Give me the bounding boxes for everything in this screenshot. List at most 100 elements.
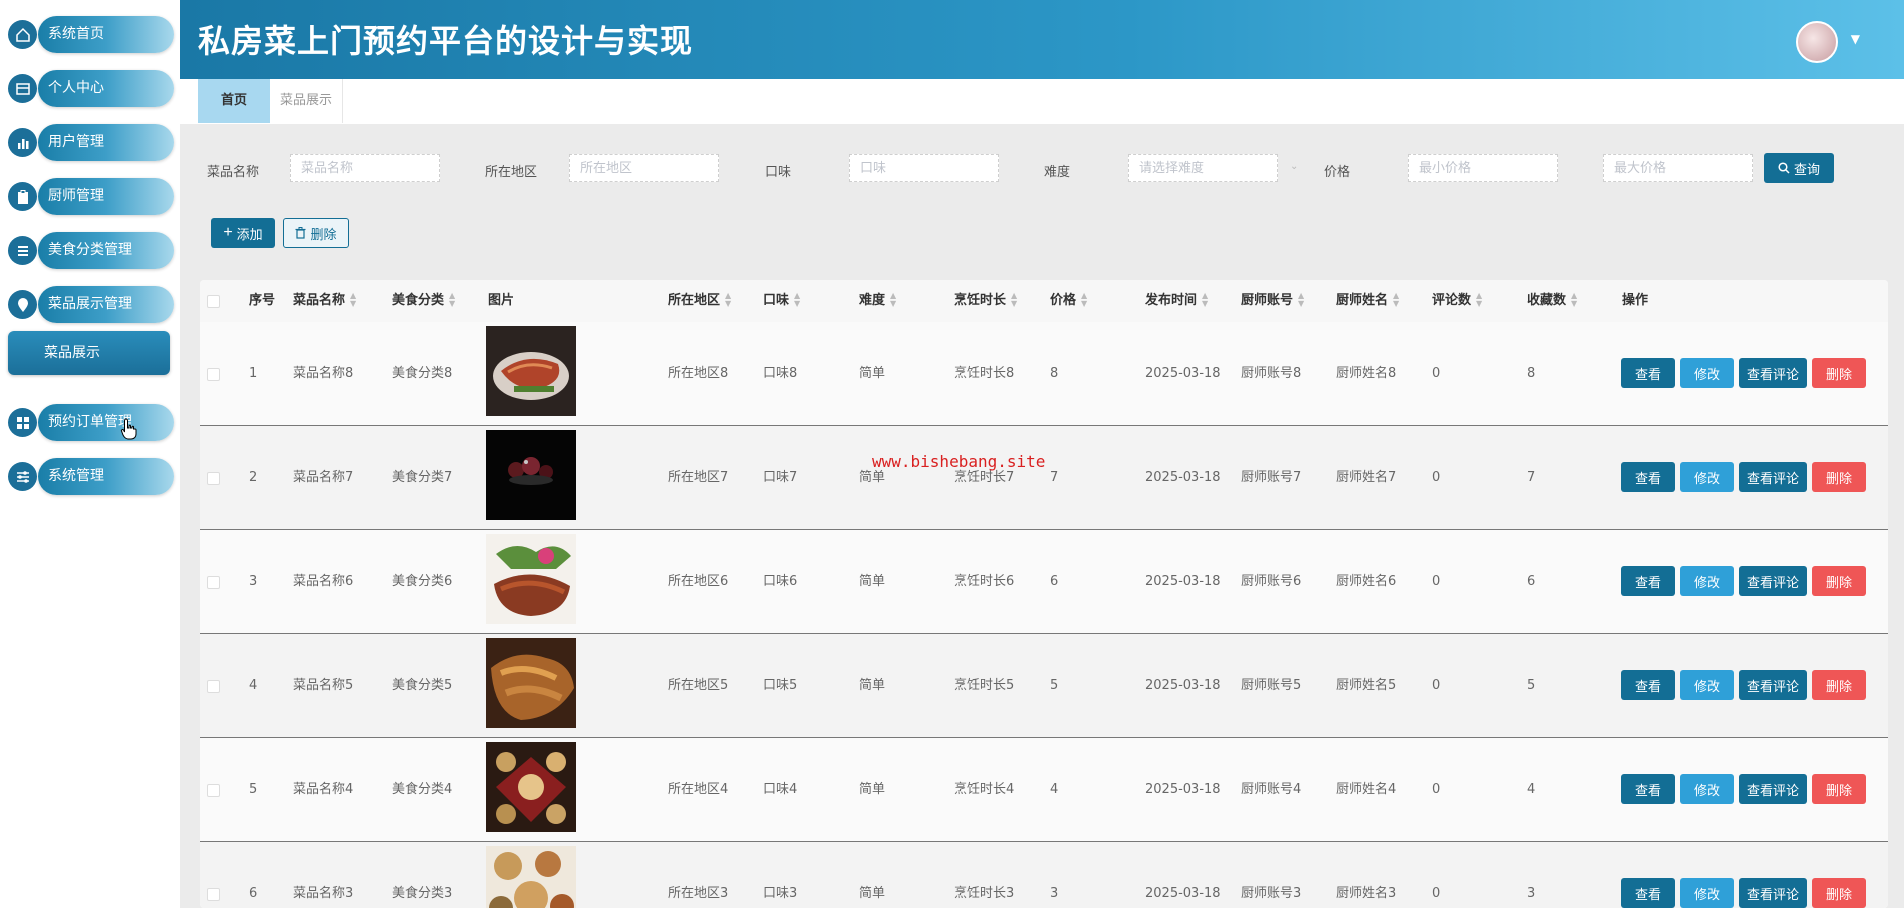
view-comments-button[interactable]: 查看评论 <box>1739 774 1807 804</box>
cell-favorites: 5 <box>1527 678 1536 693</box>
row-checkbox[interactable] <box>207 368 220 381</box>
dish-name-input[interactable] <box>290 154 440 182</box>
price-label: 价格 <box>1324 165 1351 180</box>
min-price-input[interactable] <box>1408 154 1558 182</box>
row-delete-button[interactable]: 删除 <box>1812 670 1866 700</box>
hand-cursor-icon <box>120 418 137 440</box>
cell-dish-name: 菜品名称3 <box>293 886 354 901</box>
avatar[interactable] <box>1796 21 1838 63</box>
row-delete-button[interactable]: 删除 <box>1812 462 1866 492</box>
tab-dish-showcase[interactable]: 菜品展示 <box>270 79 343 123</box>
cell-cook-time: 烹饪时长8 <box>954 366 1015 381</box>
tab-home[interactable]: 首页 <box>198 79 270 123</box>
col-difficulty[interactable]: 难度 ▲ ▼ <box>859 280 896 322</box>
view-button[interactable]: 查看 <box>1621 670 1675 700</box>
taste-input[interactable] <box>849 154 999 182</box>
col-comments[interactable]: 评论数 ▲ ▼ <box>1432 280 1482 322</box>
cell-publish-time: 2025-03-18 <box>1145 886 1221 901</box>
chevron-down-icon: ⌄ <box>1290 161 1299 172</box>
col-taste[interactable]: 口味 ▲ ▼ <box>763 280 800 322</box>
add-button[interactable]: + 添加 <box>211 218 275 248</box>
sort-icon: ▲ ▼ <box>1571 290 1578 308</box>
col-favorites[interactable]: 收藏数 ▲ ▼ <box>1527 280 1577 322</box>
grid-icon <box>8 408 37 437</box>
sidebar-item-categories[interactable]: 美食分类管理 <box>8 232 174 269</box>
cell-region: 所在地区8 <box>668 366 729 381</box>
row-checkbox[interactable] <box>207 888 220 901</box>
col-region[interactable]: 所在地区 ▲ ▼ <box>668 280 731 322</box>
cell-favorites: 7 <box>1527 470 1536 485</box>
sidebar-item-label: 用户管理 <box>48 134 104 150</box>
sidebar-item-profile[interactable]: 个人中心 <box>8 70 174 107</box>
sort-icon: ▲ ▼ <box>1393 290 1400 308</box>
edit-button[interactable]: 修改 <box>1680 670 1734 700</box>
col-price[interactable]: 价格 ▲ ▼ <box>1050 280 1087 322</box>
view-button[interactable]: 查看 <box>1621 774 1675 804</box>
view-button[interactable]: 查看 <box>1621 566 1675 596</box>
view-button[interactable]: 查看 <box>1621 878 1675 908</box>
cell-chef-name: 厨师姓名6 <box>1336 574 1397 589</box>
view-comments-button[interactable]: 查看评论 <box>1739 566 1807 596</box>
cell-taste: 口味8 <box>763 366 798 381</box>
row-delete-button[interactable]: 删除 <box>1812 358 1866 388</box>
col-dish-name[interactable]: 菜品名称 ▲ ▼ <box>293 280 356 322</box>
table-row: 2 菜品名称7 美食分类7 所在地区7 口味7 简单 烹饪时长7 7 2025-… <box>200 426 1888 530</box>
cell-cook-time: 烹饪时长6 <box>954 574 1015 589</box>
cell-dish-name: 菜品名称6 <box>293 574 354 589</box>
row-checkbox[interactable] <box>207 680 220 693</box>
cell-price: 4 <box>1050 782 1059 797</box>
sort-icon: ▲ ▼ <box>449 290 456 308</box>
row-checkbox[interactable] <box>207 472 220 485</box>
view-comments-button[interactable]: 查看评论 <box>1739 670 1807 700</box>
row-delete-button[interactable]: 删除 <box>1812 774 1866 804</box>
col-publish-time[interactable]: 发布时间 ▲ ▼ <box>1145 280 1208 322</box>
col-chef-name[interactable]: 厨师姓名 ▲ ▼ <box>1336 280 1399 322</box>
cell-favorites: 4 <box>1527 782 1536 797</box>
sidebar-item-orders[interactable]: 预约订单管理 <box>8 404 174 441</box>
sort-icon: ▲ ▼ <box>1011 290 1018 308</box>
list-icon <box>8 236 37 265</box>
edit-button[interactable]: 修改 <box>1680 462 1734 492</box>
cell-difficulty: 简单 <box>859 470 886 485</box>
row-checkbox[interactable] <box>207 576 220 589</box>
view-comments-button[interactable]: 查看评论 <box>1739 462 1807 492</box>
row-delete-button[interactable]: 删除 <box>1812 878 1866 908</box>
cell-price: 6 <box>1050 574 1059 589</box>
clipboard-icon <box>8 182 37 211</box>
sidebar-item-label: 美食分类管理 <box>48 242 132 258</box>
query-button[interactable]: 查询 <box>1764 153 1834 183</box>
col-chef-account[interactable]: 厨师账号 ▲ ▼ <box>1241 280 1304 322</box>
view-button[interactable]: 查看 <box>1621 462 1675 492</box>
cell-dish-name: 菜品名称5 <box>293 678 354 693</box>
sidebar-item-label: 厨师管理 <box>48 188 104 204</box>
sidebar-item-dishes[interactable]: 菜品展示管理 <box>8 286 174 323</box>
sidebar-item-home[interactable]: 系统首页 <box>8 16 174 53</box>
view-comments-button[interactable]: 查看评论 <box>1739 878 1807 908</box>
view-button[interactable]: 查看 <box>1621 358 1675 388</box>
edit-button[interactable]: 修改 <box>1680 358 1734 388</box>
col-category[interactable]: 美食分类 ▲ ▼ <box>392 280 455 322</box>
cell-chef-name: 厨师姓名3 <box>1336 886 1397 901</box>
sidebar-item-chefs[interactable]: 厨师管理 <box>8 178 174 215</box>
sidebar-item-system[interactable]: 系统管理 <box>8 458 174 495</box>
difficulty-select[interactable] <box>1128 154 1278 182</box>
delete-button[interactable]: 删除 <box>283 218 349 248</box>
sidebar-subitem-dish-showcase[interactable]: 菜品展示 <box>8 331 170 375</box>
region-input[interactable] <box>569 154 719 182</box>
col-cook-time[interactable]: 烹饪时长 ▲ ▼ <box>954 280 1017 322</box>
edit-button[interactable]: 修改 <box>1680 774 1734 804</box>
tab-bar: 首页 菜品展示 <box>180 79 1904 125</box>
edit-button[interactable]: 修改 <box>1680 878 1734 908</box>
sidebar-item-users[interactable]: 用户管理 <box>8 124 174 161</box>
view-comments-button[interactable]: 查看评论 <box>1739 358 1807 388</box>
row-delete-button[interactable]: 删除 <box>1812 566 1866 596</box>
cell-publish-time: 2025-03-18 <box>1145 470 1221 485</box>
sort-icon: ▲ ▼ <box>794 290 801 308</box>
select-all-checkbox[interactable] <box>207 295 220 308</box>
max-price-input[interactable] <box>1603 154 1753 182</box>
edit-button[interactable]: 修改 <box>1680 566 1734 596</box>
cell-comments: 0 <box>1432 886 1441 901</box>
cell-cook-time: 烹饪时长4 <box>954 782 1015 797</box>
row-checkbox[interactable] <box>207 784 220 797</box>
chevron-down-icon[interactable]: ▼ <box>1851 32 1860 46</box>
